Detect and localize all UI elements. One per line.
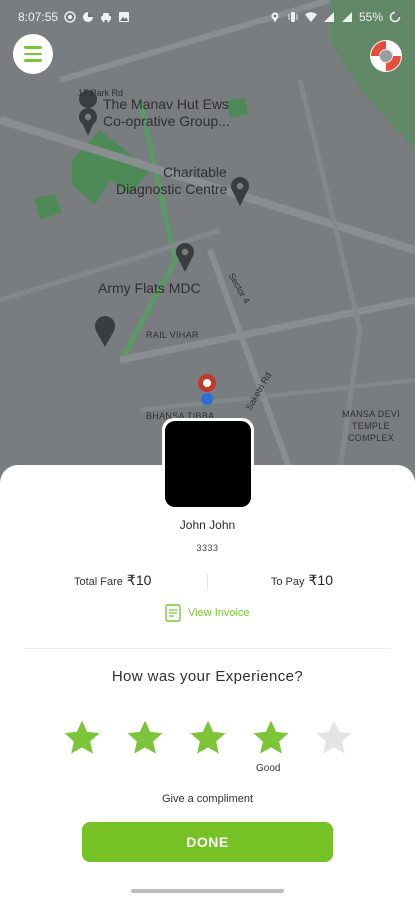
map-label-charitable: Charitable <box>163 164 227 180</box>
hamburger-icon-line <box>24 59 42 62</box>
view-invoice-link[interactable]: View Invoice <box>165 604 250 622</box>
lifebuoy-icon[interactable] <box>368 38 404 74</box>
invoice-icon <box>165 604 181 622</box>
signal-icon-2 <box>341 12 352 22</box>
to-pay: To Pay ₹10 <box>271 572 333 589</box>
location-icon <box>271 12 279 23</box>
fare-divider <box>207 574 208 590</box>
star-icon <box>253 720 289 754</box>
battery-icon <box>389 11 401 23</box>
star-5[interactable] <box>314 718 354 758</box>
star-3[interactable] <box>188 718 228 758</box>
map-label-temple: TEMPLE <box>352 421 390 431</box>
map-label-army-flats: Army Flats MDC <box>98 280 201 296</box>
star-icon <box>316 720 352 754</box>
map-label-complex: COMPLEX <box>348 433 395 443</box>
map-graphics <box>0 0 415 472</box>
total-fare-value: ₹10 <box>126 572 152 588</box>
view-invoice-label: View Invoice <box>188 607 250 619</box>
rating-description: Good <box>256 763 281 774</box>
experience-question: How was your Experience? <box>111 668 304 685</box>
map-view[interactable]: 17 Park Rd The Manav Hut Ews Co-oprative… <box>0 0 415 480</box>
driver-photo <box>165 421 251 507</box>
driver-avatar <box>162 418 254 510</box>
star-1[interactable] <box>62 718 102 758</box>
status-bar: 8:07:55 55% <box>0 0 415 34</box>
to-pay-value: ₹10 <box>308 572 333 588</box>
done-button[interactable]: DONE <box>82 822 333 862</box>
total-fare-label: Total Fare <box>74 576 123 588</box>
map-label-diagnostic: Diagnostic Centre <box>116 181 228 197</box>
whatsapp-icon <box>64 11 76 23</box>
battery-percent: 55% <box>358 10 383 24</box>
vehicle-number: 3333 <box>196 543 219 553</box>
total-fare: Total Fare ₹10 <box>74 572 151 589</box>
to-pay-label: To Pay <box>270 576 305 588</box>
map-label-mansa-devi: MANSA DEVI <box>342 409 401 419</box>
star-rating[interactable] <box>62 718 354 760</box>
map-label-manav-hut: The Manav Hut Ews <box>103 96 230 112</box>
menu-button[interactable] <box>13 34 53 74</box>
status-time: 8:07:55 <box>18 10 59 24</box>
star-icon <box>127 720 163 754</box>
map-label-manav-hut-2: Co-oprative Group... <box>103 113 230 129</box>
signal-icon-1 <box>323 12 334 22</box>
gesture-nav-bar[interactable] <box>131 889 284 893</box>
car-icon <box>101 13 112 23</box>
driver-name: John John <box>179 518 236 532</box>
star-icon <box>190 720 226 754</box>
give-compliment-link[interactable]: Give a compliment <box>0 793 415 805</box>
wifi-icon <box>304 12 317 22</box>
hamburger-icon-line <box>24 52 42 56</box>
star-4[interactable] <box>251 718 291 758</box>
fare-row: Total Fare ₹10 To Pay ₹10 <box>0 572 415 592</box>
star-2[interactable] <box>125 718 165 758</box>
app-notification-icon <box>83 12 94 22</box>
image-icon <box>119 12 130 22</box>
hamburger-icon-line <box>24 46 42 49</box>
star-icon <box>64 720 100 754</box>
map-label-rail-vihar: RAIL VIHAR <box>146 330 199 340</box>
vibrate-icon <box>288 12 298 22</box>
divider <box>24 648 391 649</box>
